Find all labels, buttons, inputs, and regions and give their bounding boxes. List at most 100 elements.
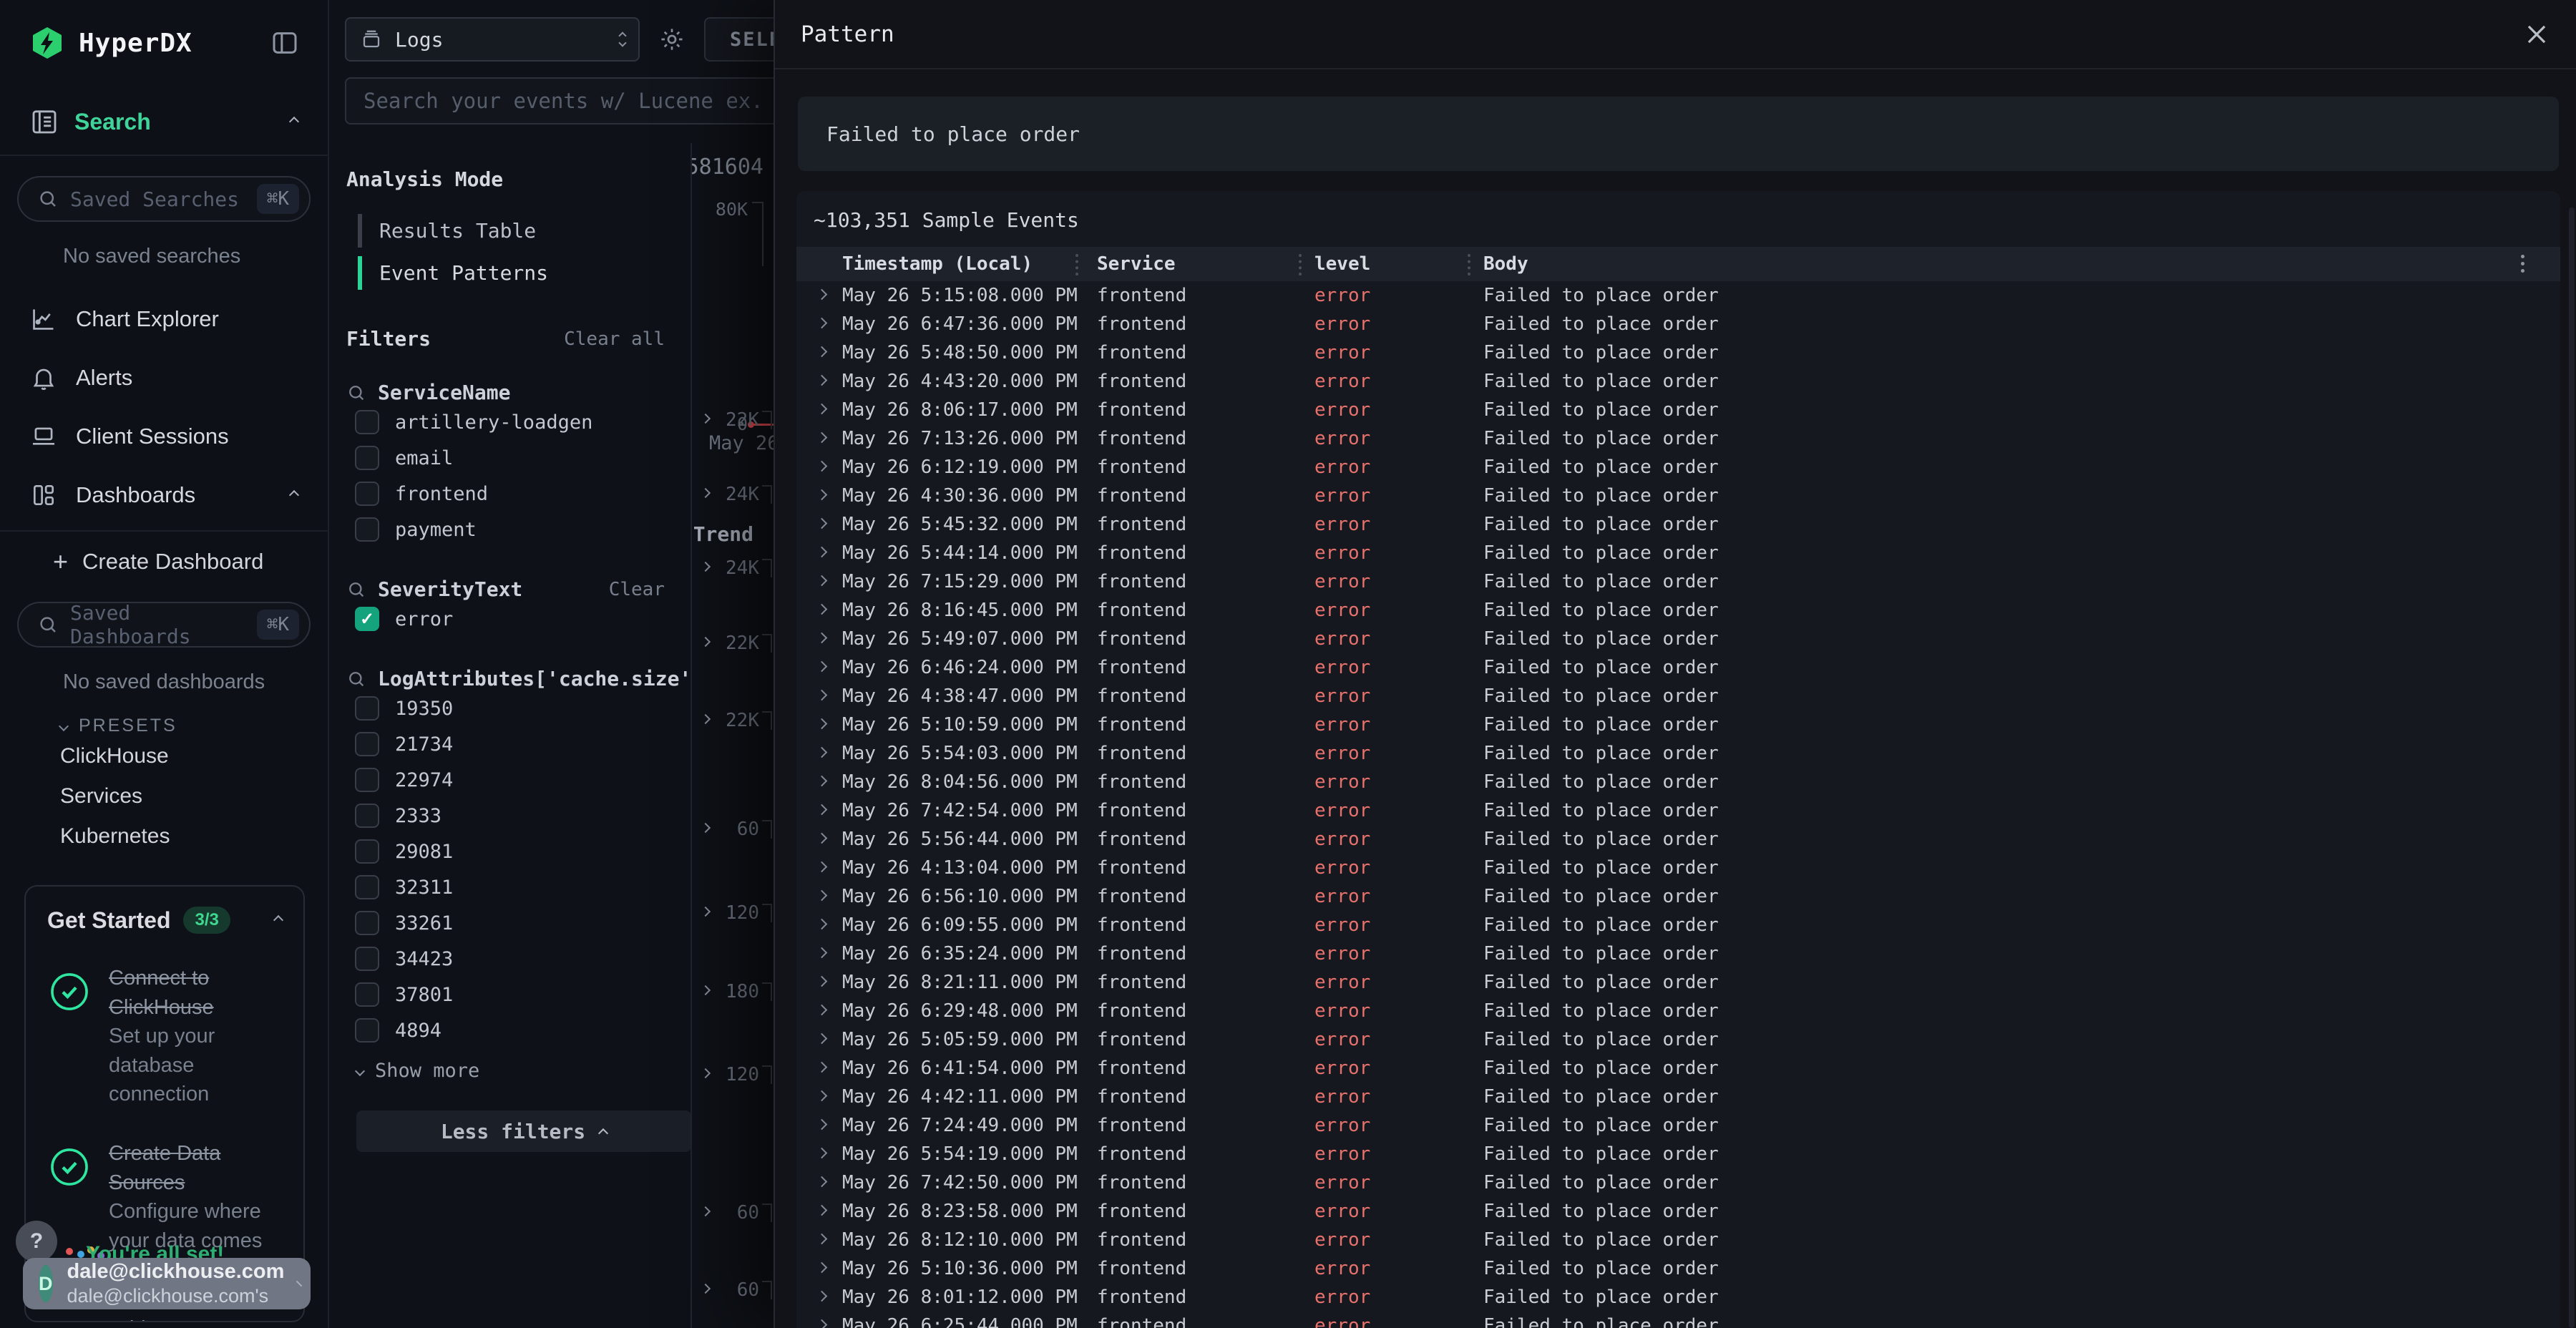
table-row[interactable]: May 26 4:30:36.000 PMfrontenderrorFailed… <box>796 482 2560 510</box>
checkbox[interactable] <box>355 1018 379 1043</box>
trend-row[interactable]: 24K <box>692 555 774 583</box>
row-expand-chevron-icon[interactable] <box>796 346 842 359</box>
help-button[interactable]: ? <box>16 1221 57 1262</box>
table-row[interactable]: May 26 6:46:24.000 PMfrontenderrorFailed… <box>796 653 2560 682</box>
filter-option[interactable]: 21734 <box>346 726 691 762</box>
row-expand-chevron-icon[interactable] <box>796 604 842 617</box>
presets-toggle[interactable]: PRESETS <box>60 716 328 736</box>
filter-option[interactable]: email <box>346 440 691 476</box>
row-expand-chevron-icon[interactable] <box>796 1319 842 1328</box>
chevron-up-icon[interactable] <box>289 117 299 127</box>
row-expand-chevron-icon[interactable] <box>796 633 842 645</box>
table-row[interactable]: May 26 7:24:49.000 PMfrontenderrorFailed… <box>796 1111 2560 1140</box>
row-expand-chevron-icon[interactable] <box>796 976 842 989</box>
table-row[interactable]: May 26 5:15:08.000 PMfrontenderrorFailed… <box>796 281 2560 310</box>
table-row[interactable]: May 26 8:23:58.000 PMfrontenderrorFailed… <box>796 1197 2560 1226</box>
row-expand-chevron-icon[interactable] <box>796 518 842 531</box>
row-expand-chevron-icon[interactable] <box>796 1291 842 1304</box>
table-row[interactable]: May 26 8:04:56.000 PMfrontenderrorFailed… <box>796 768 2560 796</box>
checkbox[interactable] <box>355 875 379 899</box>
sidebar-item-chart-explorer[interactable]: Chart Explorer <box>0 290 328 348</box>
filter-option[interactable]: 4894 <box>346 1012 691 1048</box>
saved-searches-input[interactable]: Saved Searches ⌘K <box>17 176 311 222</box>
table-row[interactable]: May 26 5:54:19.000 PMfrontenderrorFailed… <box>796 1140 2560 1168</box>
checkbox[interactable] <box>355 911 379 935</box>
sidebar-item-alerts[interactable]: Alerts <box>0 348 328 407</box>
row-expand-chevron-icon[interactable] <box>796 1176 842 1189</box>
table-row[interactable]: May 26 6:25:44.000 PMfrontenderrorFailed… <box>796 1312 2560 1328</box>
sidebar-collapse-icon[interactable] <box>270 29 299 57</box>
row-expand-chevron-icon[interactable] <box>796 661 842 674</box>
trend-row[interactable]: 180 <box>692 978 774 1007</box>
source-select[interactable]: Logs <box>345 17 640 62</box>
table-row[interactable]: May 26 7:42:50.000 PMfrontenderrorFailed… <box>796 1168 2560 1197</box>
row-expand-chevron-icon[interactable] <box>796 489 842 502</box>
col-header-body[interactable]: Body <box>1483 253 2560 275</box>
table-row[interactable]: May 26 8:21:11.000 PMfrontenderrorFailed… <box>796 968 2560 997</box>
less-filters-button[interactable]: Less filters <box>356 1110 691 1152</box>
col-header-level[interactable]: level <box>1314 253 1483 275</box>
drawer-scrollbar[interactable] <box>2569 208 2575 1328</box>
table-row[interactable]: May 26 5:44:14.000 PMfrontenderrorFailed… <box>796 539 2560 567</box>
row-expand-chevron-icon[interactable] <box>796 690 842 703</box>
trend-row[interactable]: 60 <box>692 816 774 844</box>
row-expand-chevron-icon[interactable] <box>796 404 842 416</box>
row-expand-chevron-icon[interactable] <box>796 861 842 874</box>
table-row[interactable]: May 26 6:09:55.000 PMfrontenderrorFailed… <box>796 911 2560 939</box>
table-row[interactable]: May 26 5:10:59.000 PMfrontenderrorFailed… <box>796 711 2560 739</box>
checkbox[interactable] <box>355 839 379 864</box>
table-row[interactable]: May 26 7:13:26.000 PMfrontenderrorFailed… <box>796 424 2560 453</box>
checkbox[interactable] <box>355 410 379 434</box>
row-expand-chevron-icon[interactable] <box>796 461 842 474</box>
sidebar-item-client-sessions[interactable]: Client Sessions <box>0 407 328 466</box>
checklist-item[interactable]: Add Data Start sending logs, metrics, or… <box>47 1314 282 1322</box>
table-row[interactable]: May 26 6:47:36.000 PMfrontenderrorFailed… <box>796 310 2560 338</box>
user-menu[interactable]: D dale@clickhouse.com dale@clickhouse.co… <box>23 1258 311 1309</box>
show-more-button[interactable]: Show more <box>356 1060 691 1082</box>
table-row[interactable]: May 26 6:29:48.000 PMfrontenderrorFailed… <box>796 997 2560 1025</box>
row-expand-chevron-icon[interactable] <box>796 318 842 331</box>
row-expand-chevron-icon[interactable] <box>796 1005 842 1017</box>
trend-row[interactable]: 22K <box>692 630 774 658</box>
filter-option[interactable]: 33261 <box>346 905 691 941</box>
checkbox[interactable] <box>355 517 379 542</box>
create-dashboard-button[interactable]: + Create Dashboard <box>0 532 328 582</box>
row-expand-chevron-icon[interactable] <box>796 575 842 588</box>
checkbox[interactable] <box>355 768 379 792</box>
table-row[interactable]: May 26 5:45:32.000 PMfrontenderrorFailed… <box>796 510 2560 539</box>
filter-option[interactable]: 22974 <box>346 762 691 798</box>
table-row[interactable]: May 26 8:16:45.000 PMfrontenderrorFailed… <box>796 596 2560 625</box>
table-row[interactable]: May 26 4:42:11.000 PMfrontenderrorFailed… <box>796 1083 2560 1111</box>
row-expand-chevron-icon[interactable] <box>796 1033 842 1046</box>
filter-option[interactable]: ✓error <box>346 601 691 637</box>
row-expand-chevron-icon[interactable] <box>796 776 842 788</box>
checkbox[interactable] <box>355 696 379 721</box>
trend-row[interactable]: 60 <box>692 1199 774 1228</box>
close-icon[interactable] <box>2523 21 2550 48</box>
row-expand-chevron-icon[interactable] <box>796 1262 842 1275</box>
row-expand-chevron-icon[interactable] <box>796 1205 842 1218</box>
row-expand-chevron-icon[interactable] <box>796 432 842 445</box>
table-row[interactable]: May 26 6:41:54.000 PMfrontenderrorFailed… <box>796 1054 2560 1083</box>
trend-row[interactable]: 120 <box>692 899 774 928</box>
col-header-service[interactable]: Service <box>1097 253 1314 275</box>
filter-option[interactable]: 2333 <box>346 798 691 834</box>
table-row[interactable]: May 26 8:06:17.000 PMfrontenderrorFailed… <box>796 396 2560 424</box>
chevron-up-icon[interactable] <box>273 915 283 925</box>
table-row[interactable]: May 26 8:12:10.000 PMfrontenderrorFailed… <box>796 1226 2560 1254</box>
row-expand-chevron-icon[interactable] <box>796 1090 842 1103</box>
filter-option[interactable]: 32311 <box>346 869 691 905</box>
filter-option[interactable]: 29081 <box>346 834 691 869</box>
checkbox[interactable] <box>355 947 379 971</box>
col-header-timestamp[interactable]: Timestamp (Local) <box>842 253 1097 275</box>
filter-option[interactable]: 34423 <box>346 941 691 977</box>
row-expand-chevron-icon[interactable] <box>796 1234 842 1246</box>
search-icon[interactable] <box>346 669 366 689</box>
table-row[interactable]: May 26 6:35:24.000 PMfrontenderrorFailed… <box>796 939 2560 968</box>
filter-option[interactable]: 19350 <box>346 690 691 726</box>
sidebar-item-dashboards[interactable]: Dashboards <box>0 466 328 524</box>
filter-option[interactable]: artillery-loadgen <box>346 404 691 440</box>
event-search-input[interactable] <box>345 77 774 125</box>
checkbox[interactable] <box>355 446 379 470</box>
sidebar-item-preset-services[interactable]: Services <box>0 776 328 816</box>
